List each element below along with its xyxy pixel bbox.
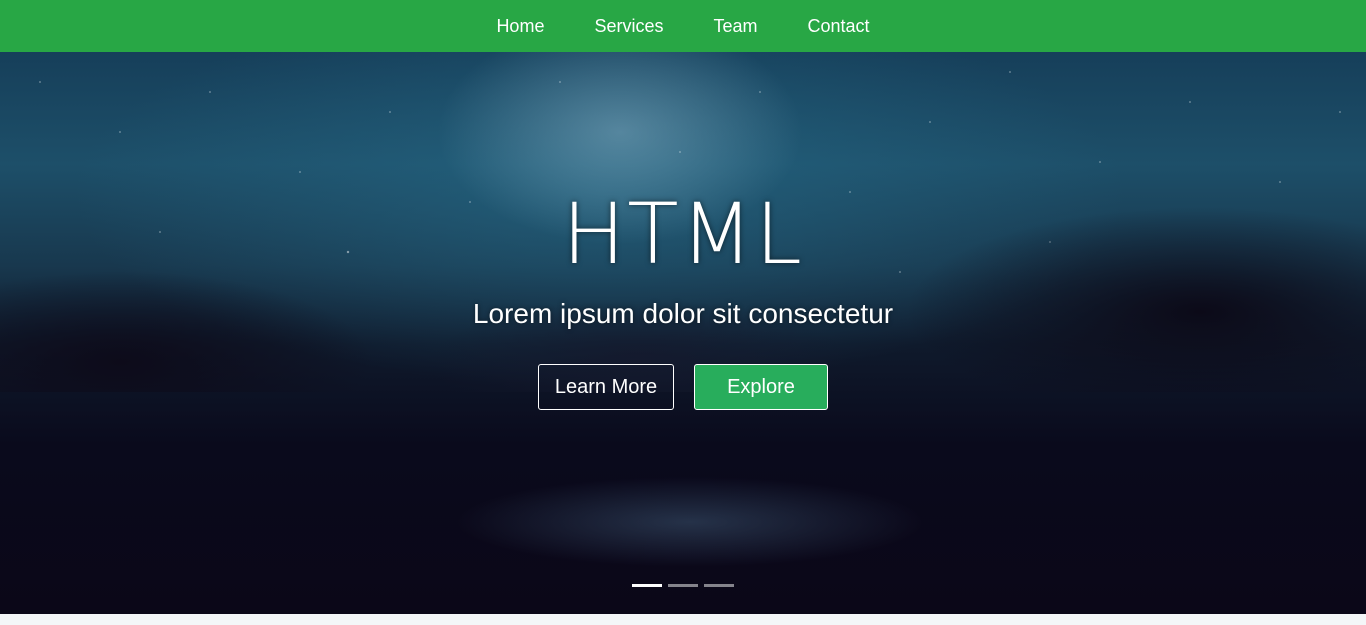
hero-subtitle: Lorem ipsum dolor sit consectetur	[472, 298, 894, 329]
page-bottom-strip	[0, 614, 1366, 625]
nav-link-home[interactable]: Home	[496, 16, 544, 37]
navbar: Home Services Team Contact	[0, 0, 1366, 52]
hero-carousel: HTML Lorem ipsum dolor sit consectetur L…	[0, 52, 1366, 614]
carousel-indicator-3[interactable]	[704, 584, 734, 587]
carousel-indicators	[0, 584, 1366, 587]
nav-link-services[interactable]: Services	[594, 16, 663, 37]
hero-button-row: Learn More Explore	[0, 364, 1366, 410]
hero-content: HTML Lorem ipsum dolor sit consectetur L…	[0, 52, 1366, 614]
carousel-indicator-1[interactable]	[632, 584, 662, 587]
carousel-indicator-2[interactable]	[668, 584, 698, 587]
explore-button[interactable]: Explore	[694, 364, 828, 410]
hero-title: HTML	[562, 185, 804, 283]
nav-link-contact[interactable]: Contact	[808, 16, 870, 37]
learn-more-button[interactable]: Learn More	[538, 364, 674, 410]
nav-link-team[interactable]: Team	[713, 16, 757, 37]
